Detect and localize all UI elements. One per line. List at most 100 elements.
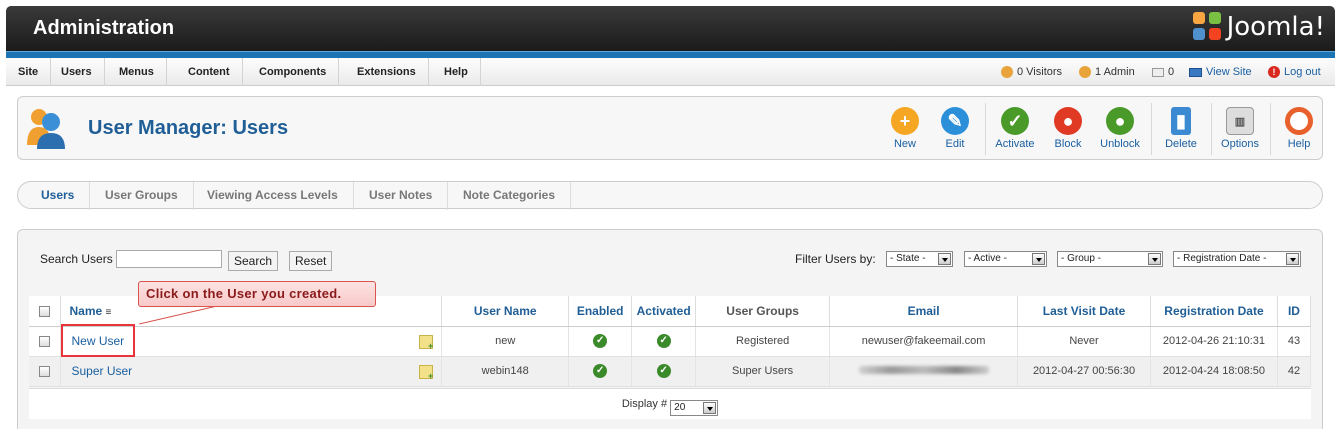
check-icon[interactable]: ✓ bbox=[656, 364, 671, 378]
registration-date-filter-value: - Registration Date - bbox=[1177, 253, 1267, 264]
email-cell: newuser@fakeemail.com bbox=[829, 326, 1019, 357]
admins-icon bbox=[1079, 66, 1091, 78]
page-title: User Manager: Users bbox=[88, 117, 289, 139]
plus-icon: + bbox=[891, 107, 919, 135]
registration-date-cell: 2012-04-24 18:08:50 bbox=[1150, 356, 1278, 387]
enabled-cell: ✓ bbox=[568, 356, 633, 387]
unblock-button[interactable]: ● Unblock bbox=[1095, 107, 1145, 150]
check-icon[interactable]: ✓ bbox=[593, 334, 608, 348]
table-row: New User new ✓ ✓ Registered newuser@fake… bbox=[29, 326, 1312, 357]
menu-extensions[interactable]: Extensions bbox=[345, 58, 429, 86]
view-site-link[interactable]: View Site bbox=[1189, 58, 1252, 86]
tab-viewing-access-levels[interactable]: Viewing Access Levels bbox=[192, 182, 354, 210]
messages-count: 0 bbox=[1168, 66, 1175, 78]
admins-count: 1 Admin bbox=[1095, 66, 1135, 78]
delete-label: Delete bbox=[1165, 138, 1197, 150]
search-button[interactable]: Search bbox=[228, 251, 279, 271]
active-filter-value: - Active - bbox=[968, 253, 1007, 264]
display-count-select[interactable]: 20 bbox=[670, 400, 719, 416]
col-registration-date[interactable]: Registration Date bbox=[1150, 296, 1278, 327]
username-cell: webin148 bbox=[441, 356, 570, 387]
menu-content[interactable]: Content bbox=[176, 58, 243, 86]
delete-button[interactable]: ▮ Delete bbox=[1156, 107, 1206, 150]
redacted-email bbox=[858, 366, 989, 374]
chevron-down-icon bbox=[1286, 253, 1299, 265]
col-id[interactable]: ID bbox=[1277, 296, 1312, 327]
sort-asc-icon: ≡ bbox=[105, 306, 112, 318]
highlight-box bbox=[61, 324, 135, 357]
col-username[interactable]: User Name bbox=[441, 296, 570, 327]
help-button[interactable]: Help bbox=[1274, 107, 1324, 150]
tutorial-callout: Click on the User you created. bbox=[138, 281, 376, 307]
activate-button[interactable]: ✓ Activate bbox=[990, 107, 1040, 150]
edit-button[interactable]: ✎ Edit bbox=[930, 107, 980, 150]
menu-users[interactable]: Users bbox=[49, 58, 105, 86]
lifebuoy-icon bbox=[1285, 107, 1313, 135]
col-email[interactable]: Email bbox=[829, 296, 1019, 327]
user-name-cell: Super User bbox=[60, 356, 443, 387]
menu-components[interactable]: Components bbox=[247, 58, 340, 86]
search-input[interactable] bbox=[116, 250, 222, 268]
toolbar-box: User Manager: Users + New ✎ Edit ✓ Activ… bbox=[17, 96, 1323, 160]
display-label: Display # bbox=[621, 398, 668, 410]
check-icon[interactable]: ✓ bbox=[593, 364, 608, 378]
header-strip bbox=[6, 51, 1335, 58]
menu-help[interactable]: Help bbox=[432, 58, 481, 86]
menubar: Site Users Menus Content Components Exte… bbox=[6, 58, 1335, 86]
row-checkbox[interactable] bbox=[39, 365, 51, 377]
registration-date-cell: 2012-04-26 21:10:31 bbox=[1150, 326, 1278, 357]
chevron-down-icon bbox=[1032, 253, 1045, 265]
activated-cell: ✓ bbox=[631, 356, 697, 387]
add-note-icon[interactable] bbox=[419, 334, 434, 351]
tab-user-notes[interactable]: User Notes bbox=[354, 182, 449, 210]
chevron-down-icon bbox=[1148, 253, 1161, 265]
logout-label: Log out bbox=[1284, 66, 1321, 78]
reset-button[interactable]: Reset bbox=[289, 251, 333, 271]
toolbar-separator bbox=[985, 103, 986, 155]
active-filter[interactable]: - Active - bbox=[964, 251, 1047, 267]
trash-icon: ▮ bbox=[1171, 107, 1191, 135]
block-label: Block bbox=[1054, 138, 1082, 150]
visitors-count: 0 Visitors bbox=[1017, 66, 1063, 78]
joomla-brand-text: Joomla! bbox=[1226, 12, 1325, 42]
id-cell: 42 bbox=[1277, 356, 1312, 387]
add-note-icon[interactable] bbox=[419, 364, 434, 381]
block-icon: ● bbox=[1054, 107, 1082, 135]
tab-user-groups[interactable]: User Groups bbox=[90, 182, 194, 210]
users-panel: Search Users Search Reset Filter Users b… bbox=[17, 229, 1323, 429]
row-select-cell bbox=[29, 356, 62, 387]
users-icon bbox=[27, 109, 65, 149]
menu-site[interactable]: Site bbox=[6, 58, 52, 86]
id-cell: 43 bbox=[1277, 326, 1312, 357]
view-site-label: View Site bbox=[1206, 66, 1252, 78]
activate-label: Activate bbox=[995, 138, 1035, 150]
messages-status[interactable]: 0 bbox=[1152, 58, 1174, 86]
tab-note-categories[interactable]: Note Categories bbox=[448, 182, 572, 210]
tab-users[interactable]: Users bbox=[26, 182, 91, 210]
new-label: New bbox=[893, 138, 916, 150]
options-icon: ▥ bbox=[1226, 107, 1254, 135]
select-all-checkbox[interactable] bbox=[39, 306, 51, 318]
check-icon: ✓ bbox=[1001, 107, 1029, 135]
logout-link[interactable]: ! Log out bbox=[1268, 58, 1321, 86]
menu-menus[interactable]: Menus bbox=[107, 58, 167, 86]
block-button[interactable]: ● Block bbox=[1043, 107, 1093, 150]
new-button[interactable]: + New bbox=[880, 107, 930, 150]
col-last-visit[interactable]: Last Visit Date bbox=[1017, 296, 1151, 327]
submenu-tabs: Users User Groups Viewing Access Levels … bbox=[17, 181, 1323, 210]
options-button[interactable]: ▥ Options bbox=[1215, 107, 1265, 150]
state-filter[interactable]: - State - bbox=[886, 251, 953, 267]
user-name-link[interactable]: Super User bbox=[71, 364, 132, 378]
row-checkbox[interactable] bbox=[39, 335, 51, 347]
email-cell bbox=[829, 356, 1019, 387]
last-visit-cell: Never bbox=[1017, 326, 1151, 357]
last-visit-cell: 2012-04-27 00:56:30 bbox=[1017, 356, 1151, 387]
options-label: Options bbox=[1221, 138, 1259, 150]
col-activated[interactable]: Activated bbox=[631, 296, 697, 327]
group-filter[interactable]: - Group - bbox=[1057, 251, 1163, 267]
unblock-icon: ● bbox=[1106, 107, 1134, 135]
visitors-status: 0 Visitors bbox=[1001, 58, 1062, 86]
col-enabled[interactable]: Enabled bbox=[568, 296, 633, 327]
registration-date-filter[interactable]: - Registration Date - bbox=[1173, 251, 1301, 267]
check-icon[interactable]: ✓ bbox=[656, 334, 671, 348]
